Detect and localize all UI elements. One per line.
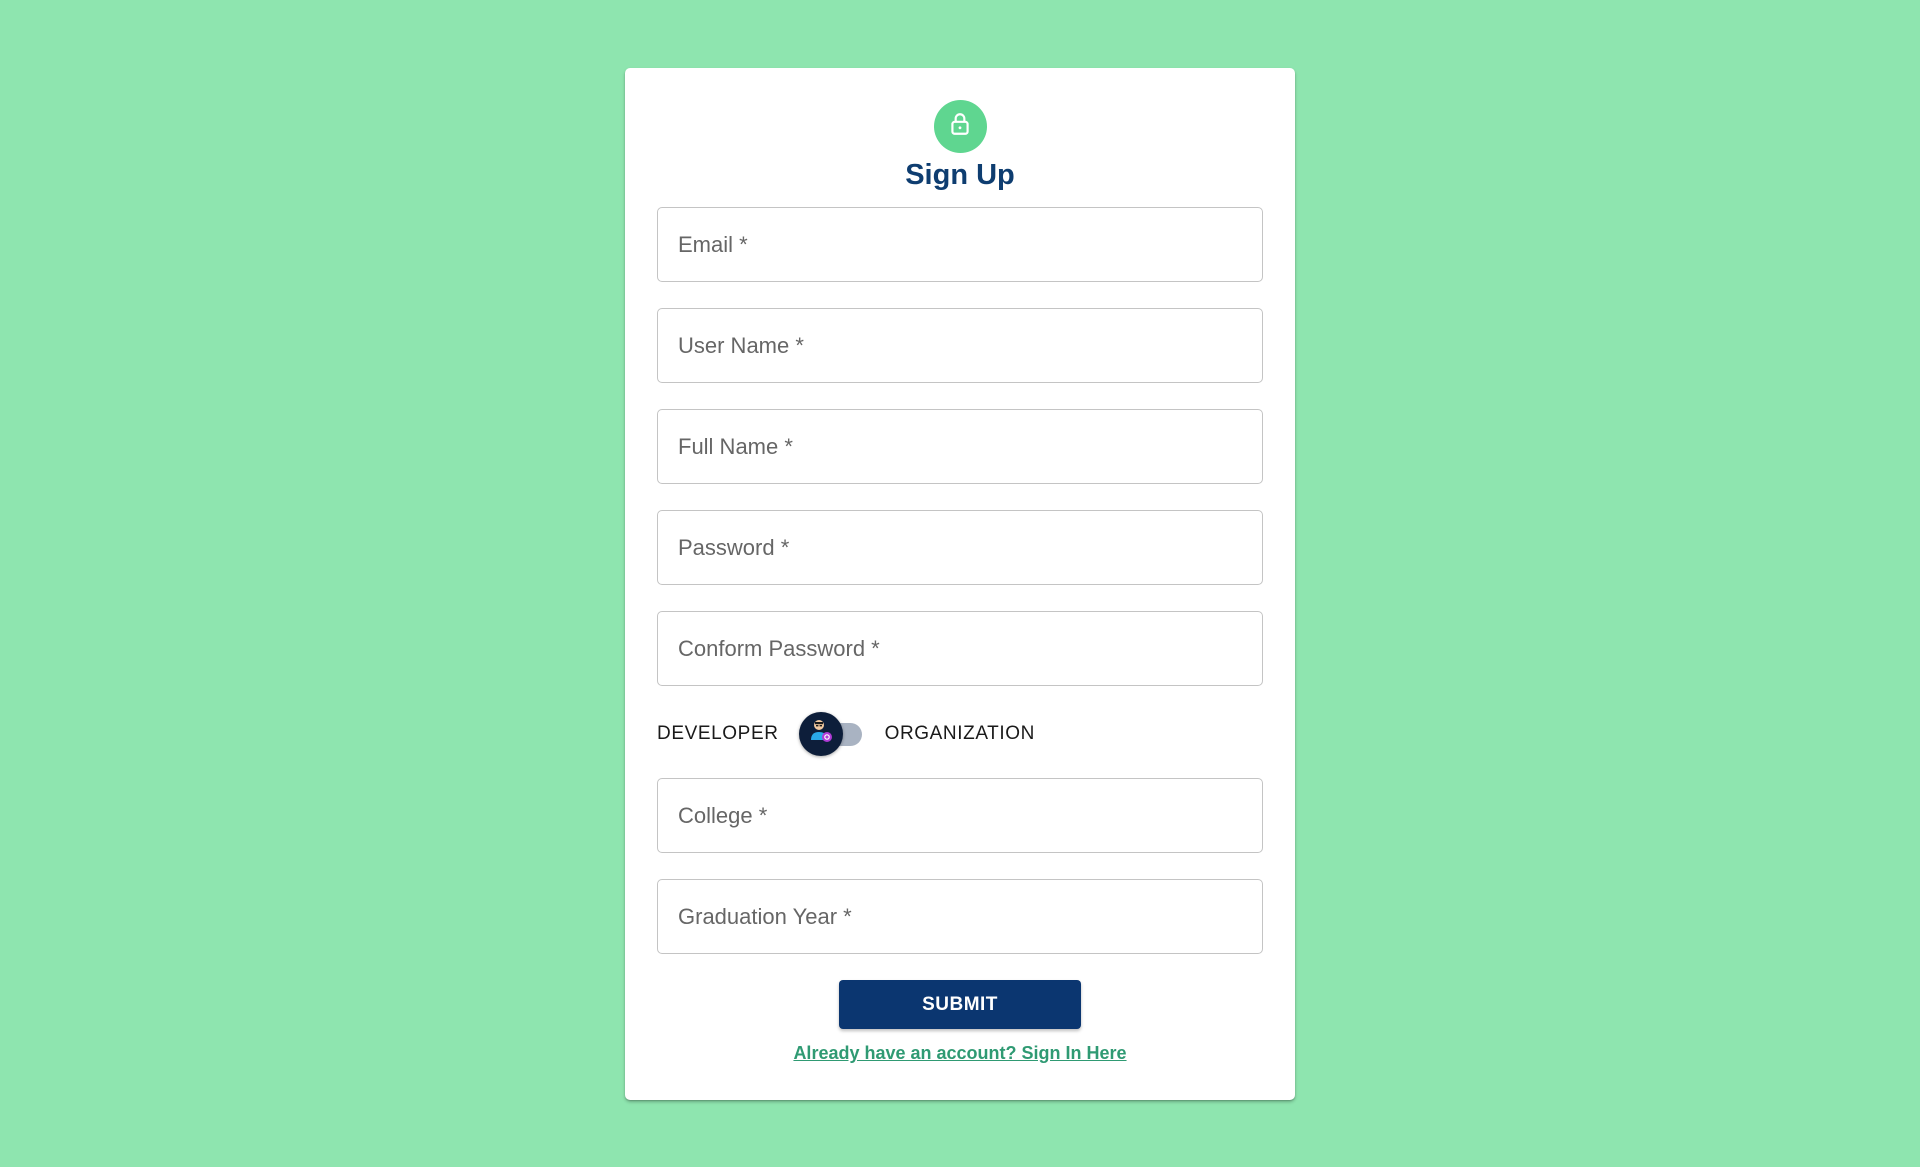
email-field[interactable] — [676, 207, 1262, 282]
sign-in-link[interactable]: Already have an account? Sign In Here — [657, 1043, 1263, 1064]
email-field-box — [657, 207, 1263, 282]
toggle-thumb[interactable] — [798, 712, 843, 756]
organization-label: ORGANIZATION — [884, 723, 1035, 744]
fullname-field[interactable] — [676, 409, 1262, 484]
graduation-year-field[interactable] — [676, 879, 1262, 954]
graduation-year-field-box — [657, 879, 1263, 954]
account-type-row: DEVELOPER ORGANIZATION — [657, 712, 1263, 756]
college-field[interactable] — [676, 778, 1262, 853]
submit-button[interactable]: SUBMIT — [839, 980, 1081, 1029]
account-type-toggle[interactable] — [798, 712, 865, 756]
college-field-box — [657, 778, 1263, 853]
fullname-field-box — [657, 409, 1263, 484]
confirm-password-field-box — [657, 611, 1263, 686]
page-title: Sign Up — [905, 159, 1015, 191]
username-field-box — [657, 308, 1263, 383]
username-field[interactable] — [676, 308, 1262, 383]
signup-card: Sign Up DEVELOPER — [625, 68, 1295, 1100]
lock-avatar — [933, 100, 987, 153]
signup-header: Sign Up — [657, 100, 1263, 193]
password-field-box — [657, 510, 1263, 585]
developer-avatar-icon — [806, 716, 836, 752]
education-fields — [657, 778, 1263, 954]
confirm-password-field[interactable] — [676, 611, 1262, 686]
account-fields — [657, 207, 1263, 686]
lock-icon — [947, 111, 973, 142]
password-field[interactable] — [676, 510, 1262, 585]
developer-label: DEVELOPER — [657, 723, 779, 744]
